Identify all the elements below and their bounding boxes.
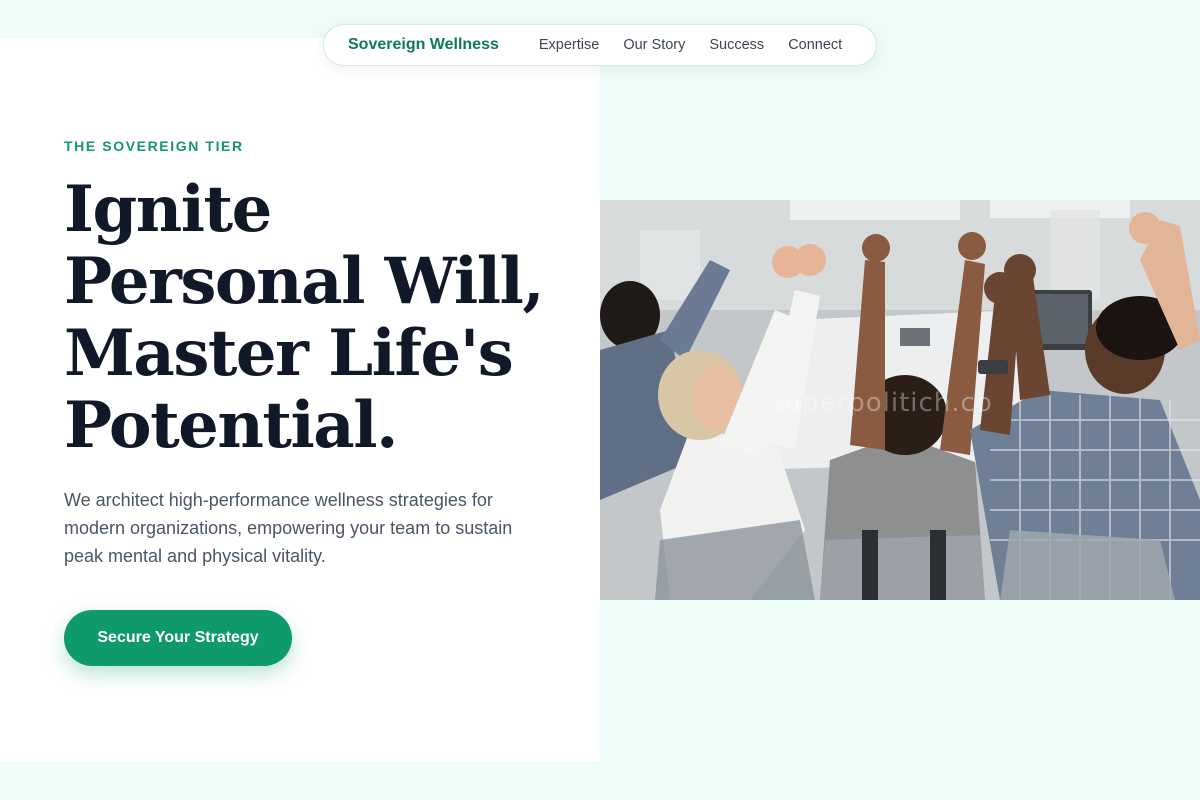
hero-headline: Ignite Personal Will, Master Life's Pote… bbox=[64, 174, 584, 462]
photo-watermark: superpolitich.co bbox=[770, 388, 993, 418]
hero-subcopy: We architect high-performance wellness s… bbox=[64, 490, 513, 566]
hero-eyebrow: THE SOVEREIGN TIER bbox=[64, 138, 244, 154]
nav-links: Expertise Our Story Success Connect bbox=[539, 37, 842, 53]
headline-line: Personal Will, bbox=[64, 244, 545, 319]
secure-strategy-button[interactable]: Secure Your Strategy bbox=[64, 610, 292, 666]
nav-link-connect[interactable]: Connect bbox=[788, 37, 842, 53]
top-navbar: Sovereign Wellness Expertise Our Story S… bbox=[323, 24, 877, 66]
nav-link-expertise[interactable]: Expertise bbox=[539, 37, 599, 53]
hero-team-photo: superpolitich.co bbox=[600, 200, 1200, 600]
headline-line: Master Life's bbox=[64, 316, 514, 391]
headline-line: Ignite bbox=[64, 172, 272, 247]
brand-logo-text[interactable]: Sovereign Wellness bbox=[348, 36, 499, 54]
headline-line: Potential. bbox=[64, 388, 398, 463]
nav-link-our-story[interactable]: Our Story bbox=[623, 37, 685, 53]
nav-link-success[interactable]: Success bbox=[709, 37, 764, 53]
